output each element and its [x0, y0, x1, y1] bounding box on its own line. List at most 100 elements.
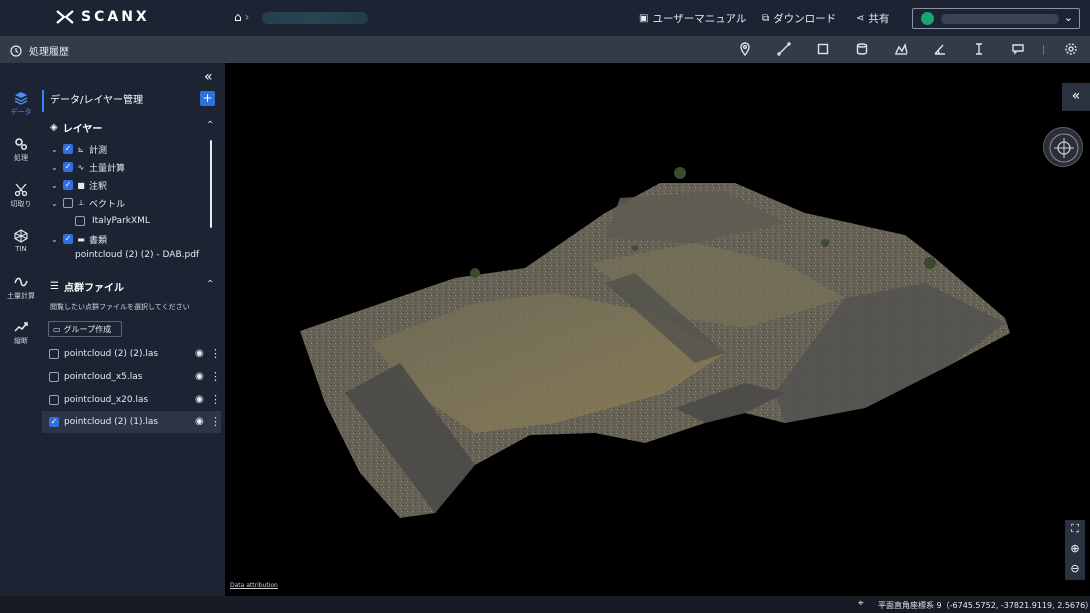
chevron-up-icon[interactable]: ⌃ [206, 279, 214, 290]
height-icon[interactable] [971, 41, 987, 57]
collapse-panel-icon[interactable]: « [204, 69, 213, 85]
rail-item-processing[interactable]: 処理 [0, 137, 42, 163]
download-link[interactable]: ⧉ ダウンロード [762, 11, 836, 26]
layer-row-italypark[interactable]: ItalyParkXML [75, 214, 150, 228]
project-name-redacted[interactable] [262, 12, 368, 24]
logo-text: SCANX [81, 9, 150, 25]
pointcloud-render[interactable] [225, 63, 1090, 596]
eye-icon[interactable]: ◉ [195, 348, 204, 359]
manual-link[interactable]: ▣ ユーザーマニュアル [639, 11, 746, 26]
angle-icon[interactable] [932, 41, 948, 57]
share-link[interactable]: ⋖ 共有 [856, 11, 889, 26]
create-group-button[interactable]: ▭ グループ作成 [48, 321, 122, 337]
history-button[interactable]: 処理履歴 [10, 43, 69, 58]
layer-checkbox[interactable]: ✓ [63, 162, 73, 172]
home-icon[interactable]: ⌂ [234, 10, 242, 24]
chevron-down-icon[interactable]: ⌄ [51, 181, 60, 190]
pointcloud-header-label: 点群ファイル [63, 283, 124, 294]
trend-icon [14, 320, 28, 334]
zoom-out-icon[interactable]: ⊖ [1065, 560, 1085, 580]
logo-mark-icon [56, 10, 74, 24]
eye-icon[interactable]: ◉ [195, 394, 204, 405]
layer-checkbox[interactable]: ✓ [63, 144, 73, 154]
file-name: pointcloud (2) (1).las [64, 417, 159, 427]
expand-panel-icon[interactable]: « [1062, 83, 1090, 111]
settings-icon[interactable] [1063, 41, 1079, 57]
scissors-icon [14, 183, 28, 197]
zoom-in-icon[interactable]: ⊕ [1065, 540, 1085, 560]
compass-icon[interactable] [1043, 127, 1083, 167]
more-vertical-icon[interactable]: ⋮ [210, 393, 221, 406]
more-vertical-icon[interactable]: ⋮ [210, 347, 221, 360]
file-checkbox[interactable] [49, 349, 59, 359]
more-vertical-icon[interactable]: ⋮ [210, 370, 221, 383]
layer-checkbox[interactable] [63, 198, 73, 208]
layer-checkbox[interactable] [75, 216, 85, 226]
layer-row-documents[interactable]: ⌄ ✓ ▬ 書類 [51, 232, 107, 246]
folder-icon: ▭ [53, 324, 61, 334]
layer-checkbox[interactable]: ✓ [63, 234, 73, 244]
file-row[interactable]: pointcloud_x5.las ◉ ⋮ [42, 366, 221, 388]
tool-bar: 処理履歴 [0, 36, 1090, 63]
distance-icon[interactable] [776, 41, 792, 57]
panel-title: データ/レイヤー管理 [42, 90, 143, 112]
logo[interactable]: SCANX [55, 9, 150, 25]
file-row[interactable]: ✓ pointcloud (2) (1).las ◉ ⋮ [42, 411, 221, 433]
account-select[interactable]: ⌄ [912, 8, 1080, 29]
manual-icon: ▣ [639, 13, 649, 24]
file-name: pointcloud_x5.las [64, 372, 143, 382]
side-rail: データ 処理 切取り TIN 土量計算 縦断 [0, 63, 42, 596]
volume-icon[interactable] [854, 41, 870, 57]
chevron-down-icon[interactable]: ⌄ [51, 235, 60, 244]
file-checkbox[interactable]: ✓ [49, 417, 59, 427]
rail-label: 土量計算 [7, 292, 35, 300]
file-row[interactable]: pointcloud (2) (2).las ◉ ⋮ [42, 343, 221, 365]
layer-row-annotation[interactable]: ⌄ ✓ ■ 注釈 [51, 178, 107, 192]
account-name-redacted [941, 14, 1059, 24]
eye-icon[interactable]: ◉ [195, 371, 204, 382]
top-bar: SCANX ⌂ › ▣ ユーザーマニュアル ⧉ ダウンロード ⋖ 共有 ⌄ [0, 0, 1090, 36]
file-checkbox[interactable] [49, 395, 59, 405]
earthwork-icon: ∿ [77, 162, 85, 172]
layers-scrollbar[interactable] [210, 140, 212, 228]
layer-row-vector[interactable]: ⌄ ⟂ ベクトル [51, 196, 125, 210]
download-icon: ⧉ [762, 13, 770, 24]
data-attribution-link[interactable]: Data attribution [230, 582, 278, 589]
file-name: pointcloud (2) (2).las [64, 349, 159, 359]
eye-icon[interactable]: ◉ [195, 416, 204, 427]
download-label: ダウンロード [773, 13, 837, 25]
pointcloud-hint: 閲覧したい点群ファイルを選択してください [50, 303, 190, 311]
layer-row-earthwork[interactable]: ⌄ ✓ ∿ 土量計算 [51, 160, 125, 174]
crosshair-icon: ⌖ [858, 598, 864, 609]
chevron-down-icon[interactable]: ⌄ [51, 163, 60, 172]
rail-item-profile[interactable]: 縦断 [0, 320, 42, 346]
avatar [921, 12, 934, 25]
layer-checkbox[interactable]: ✓ [63, 180, 73, 190]
pin-icon[interactable] [737, 41, 753, 57]
file-row[interactable]: pointcloud_x20.las ◉ ⋮ [42, 389, 221, 411]
share-icon: ⋖ [856, 13, 865, 24]
add-data-button[interactable]: + [200, 91, 215, 106]
document-label: pointcloud (2) (2) - DAB.pdf [75, 250, 200, 260]
document-row[interactable]: pointcloud (2) (2) - DAB.pdf [75, 248, 199, 262]
file-checkbox[interactable] [49, 372, 59, 382]
pointcloud-header[interactable]: ☰ 点群ファイル [50, 279, 124, 294]
area-icon[interactable] [815, 41, 831, 57]
pointcloud-viewer[interactable]: « ⛶ ⊕ ⊖ Data attribution [225, 63, 1090, 596]
earthwork-icon [14, 275, 28, 289]
layer-row-measure[interactable]: ⌄ ✓ ⊾ 計測 [51, 142, 107, 156]
rail-item-data[interactable]: データ [0, 91, 42, 117]
profile-icon[interactable] [893, 41, 909, 57]
chevron-up-icon[interactable]: ⌃ [206, 120, 214, 131]
more-vertical-icon[interactable]: ⋮ [210, 415, 221, 428]
history-label: 処理履歴 [29, 47, 69, 58]
layer-label: 書類 [89, 235, 108, 246]
rail-item-earthwork[interactable]: 土量計算 [0, 275, 42, 301]
chevron-down-icon[interactable]: ⌄ [51, 145, 60, 154]
comment-icon[interactable] [1010, 41, 1026, 57]
rail-item-crop[interactable]: 切取り [0, 183, 42, 209]
fit-view-icon[interactable]: ⛶ [1065, 520, 1085, 540]
rail-item-tin[interactable]: TIN [0, 229, 42, 253]
chevron-down-icon[interactable]: ⌄ [51, 199, 60, 208]
layers-header[interactable]: ◈ レイヤー [50, 120, 102, 135]
